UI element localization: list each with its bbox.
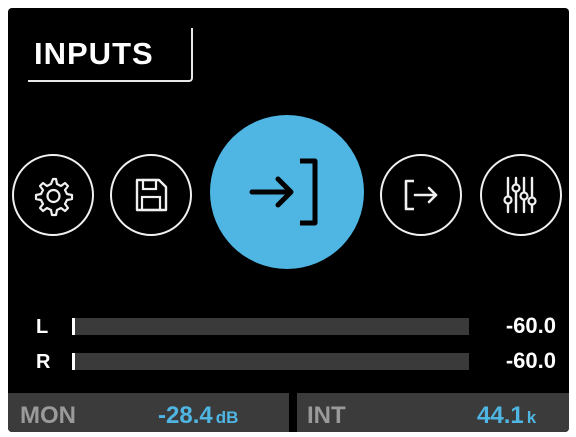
sliders-icon	[503, 176, 537, 214]
clock-source-label: INT	[307, 402, 346, 429]
device-screen: INPUTS L -60.0 R -60.0 MON -28.4 dB INT …	[8, 8, 569, 432]
monitor-level: -28.4 dB	[158, 402, 238, 430]
meter-label-right: R	[36, 351, 51, 373]
clock-panel[interactable]: INT 44.1 k	[297, 393, 569, 432]
meter-right-peak	[72, 353, 75, 370]
page-title: INPUTS	[34, 36, 154, 71]
outputs-button[interactable]	[380, 154, 462, 236]
monitor-label: MON	[20, 402, 76, 429]
meter-value-right: -60.0	[505, 348, 556, 373]
page-title-frame: INPUTS	[28, 28, 193, 82]
meter-right	[72, 353, 469, 370]
gear-icon	[34, 177, 74, 217]
input-arrow-icon	[249, 158, 318, 226]
meter-left-peak	[72, 318, 75, 335]
sample-rate: 44.1 k	[477, 402, 536, 430]
monitor-panel[interactable]: MON -28.4 dB	[8, 393, 289, 432]
meter-label-left: L	[36, 316, 49, 338]
save-button[interactable]	[110, 154, 192, 236]
sample-rate-value: 44.1	[477, 402, 524, 429]
sample-rate-unit: k	[526, 408, 537, 427]
meter-left	[72, 318, 469, 335]
settings-button[interactable]	[12, 154, 94, 236]
inputs-button[interactable]	[210, 115, 364, 269]
floppy-disk-icon	[135, 178, 168, 212]
monitor-level-value: -28.4	[158, 402, 213, 429]
meter-value-left: -60.0	[505, 313, 556, 338]
mixer-button[interactable]	[480, 154, 562, 236]
monitor-level-unit: dB	[215, 408, 239, 427]
output-arrow-icon	[404, 179, 438, 211]
